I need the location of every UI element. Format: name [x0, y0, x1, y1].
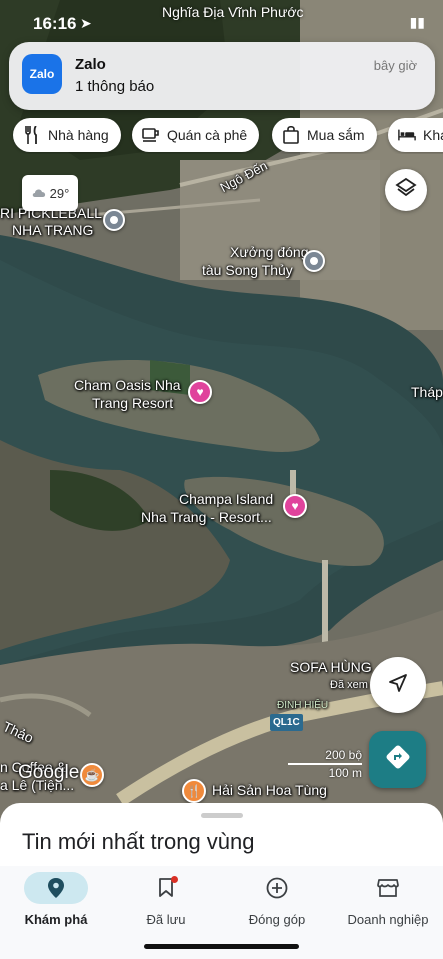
sheet-drag-handle[interactable]	[201, 813, 243, 818]
zalo-app-icon: Zalo	[22, 54, 62, 94]
map-label-sofa[interactable]: SOFA HÙNG	[290, 659, 372, 676]
shopping-bag-icon	[282, 126, 300, 144]
map-label-thap[interactable]: Tháp	[411, 384, 443, 401]
scale-feet: 200 bộ	[325, 748, 362, 762]
map-label-cham-oasis-2[interactable]: Trang Resort	[92, 395, 173, 412]
category-chips: Nhà hàng Quán cà phê Mua sắm Khá	[0, 118, 443, 154]
zalo-notification[interactable]: Zalo Zalo 1 thông báo bây giờ	[9, 42, 435, 110]
map-label-shipyard-2[interactable]: tàu Song Thủy	[202, 262, 293, 279]
coffee-icon	[142, 126, 160, 144]
nav-contribute[interactable]: Đóng góp	[222, 872, 332, 932]
map-label-sofa-sub: Đã xem	[330, 679, 368, 691]
nav-label: Đóng góp	[248, 912, 306, 927]
nav-business[interactable]: Doanh nghiệp	[333, 872, 443, 932]
restaurant-icon	[23, 126, 41, 144]
my-location-button[interactable]	[370, 657, 426, 713]
chip-shopping[interactable]: Mua sắm	[272, 118, 377, 152]
notification-title: Zalo	[75, 56, 106, 73]
map-label-shipyard-1[interactable]: Xưởng đóng	[230, 244, 309, 261]
google-logo: Google	[18, 762, 80, 783]
nav-label: Khám phá	[24, 912, 88, 927]
nav-saved[interactable]: Đã lưu	[111, 872, 221, 932]
explore-pin-icon	[24, 872, 88, 904]
scale-bar	[288, 763, 362, 765]
sheet-title: Tin mới nhất trong vùng	[22, 829, 255, 854]
hotel-icon	[398, 126, 416, 144]
directions-button[interactable]	[369, 731, 426, 788]
hotel-pin-cham-oasis[interactable]: ♥	[188, 380, 212, 404]
bottom-sheet[interactable]: Tin mới nhất trong vùng	[0, 803, 443, 873]
pickleball-pin[interactable]	[103, 209, 125, 231]
restaurant-pin[interactable]: 🍴	[182, 779, 206, 803]
map-label-cham-oasis-1[interactable]: Cham Oasis Nha	[74, 377, 181, 394]
layers-button[interactable]	[385, 169, 427, 211]
road-label-ql1c: QL1C	[270, 714, 303, 731]
add-circle-icon	[245, 872, 309, 904]
location-arrow-icon: ➤	[80, 15, 92, 31]
map-label-hai-san[interactable]: Hải Sản Hoa Tùng	[212, 782, 327, 799]
coffee-pin[interactable]: ☕	[80, 763, 104, 787]
storefront-icon	[356, 872, 420, 904]
notification-time: bây giờ	[373, 58, 417, 73]
weather-temp: 29°	[49, 185, 70, 201]
bottom-nav: Khám phá Đã lưu Đóng góp Doanh nghiệp	[0, 866, 443, 959]
status-icons: ▮▮	[410, 14, 425, 31]
map-label-pickleball-2[interactable]: NHA TRANG	[12, 222, 93, 239]
chip-label: Khá	[423, 127, 443, 143]
bookmark-icon	[134, 872, 198, 904]
notification-dot	[171, 876, 178, 883]
cloud-icon	[31, 186, 47, 201]
hotel-pin-champa[interactable]: ♥	[283, 494, 307, 518]
status-time: 16:16	[33, 14, 77, 33]
chip-label: Quán cà phê	[167, 127, 248, 143]
nav-label: Doanh nghiệp	[347, 912, 429, 927]
weather-chip[interactable]: 29°	[22, 175, 78, 211]
directions-icon	[385, 744, 411, 775]
home-indicator[interactable]	[144, 944, 299, 949]
status-bar: 16:16 ➤ Nghĩa Địa Vĩnh Phước ▮▮	[0, 0, 443, 44]
notification-body: 1 thông báo	[75, 78, 155, 95]
chip-restaurants[interactable]: Nhà hàng	[13, 118, 121, 152]
map-scale: 200 bộ 100 m	[288, 748, 362, 782]
status-location-label: Nghĩa Địa Vĩnh Phước	[162, 4, 304, 20]
map-label-dinh-hieu[interactable]: ĐINH HIỆU	[277, 697, 328, 714]
navigation-arrow-icon	[388, 673, 408, 698]
signal-icon: ▮▮	[409, 14, 425, 30]
map-label-champa-1[interactable]: Champa Island	[179, 491, 273, 508]
chip-label: Nhà hàng	[48, 127, 109, 143]
nav-explore[interactable]: Khám phá	[1, 872, 111, 932]
scale-meters: 100 m	[328, 766, 362, 780]
chip-hotels[interactable]: Khá	[388, 118, 443, 152]
chip-coffee[interactable]: Quán cà phê	[132, 118, 260, 152]
map-label-champa-2[interactable]: Nha Trang - Resort...	[141, 509, 272, 526]
shipyard-pin[interactable]	[303, 250, 325, 272]
layers-icon	[395, 177, 417, 204]
nav-label: Đã lưu	[146, 912, 186, 927]
chip-label: Mua sắm	[307, 127, 365, 143]
